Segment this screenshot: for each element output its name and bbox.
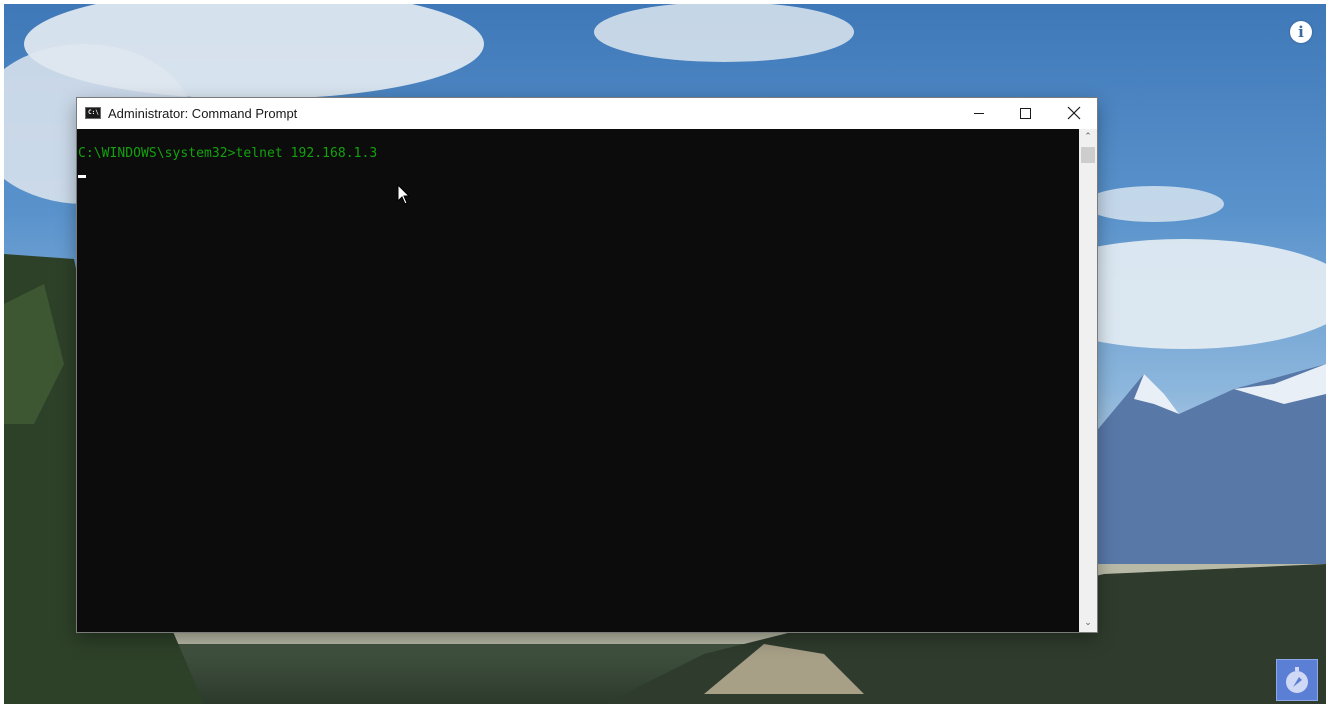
mouse-pointer-icon	[397, 184, 411, 205]
maximize-icon	[1020, 108, 1031, 119]
chevron-down-icon: ⌄	[1084, 618, 1092, 628]
console-prompt-line: C:\WINDOWS\system32>telnet 192.168.1.3	[78, 146, 378, 161]
scroll-thumb[interactable]	[1081, 147, 1095, 163]
cmd-icon: C:\	[85, 107, 101, 119]
chevron-up-icon: ⌃	[1084, 132, 1092, 142]
window-title: Administrator: Command Prompt	[108, 106, 298, 121]
compass-icon	[1286, 667, 1308, 693]
minimize-button[interactable]	[956, 98, 1002, 129]
command-prompt-window[interactable]: C:\ Administrator: Command Prompt C:\WIN…	[77, 98, 1097, 632]
console-output[interactable]: C:\WINDOWS\system32>telnet 192.168.1.3	[77, 129, 1079, 632]
maximize-button[interactable]	[1002, 98, 1048, 129]
close-icon	[1067, 106, 1081, 120]
vertical-scrollbar[interactable]: ⌃ ⌄	[1079, 129, 1097, 632]
scroll-up-button[interactable]: ⌃	[1079, 129, 1097, 146]
close-button[interactable]	[1050, 98, 1096, 129]
text-cursor	[78, 175, 86, 178]
corner-widget-button[interactable]	[1276, 659, 1318, 701]
info-icon: i	[1298, 23, 1304, 41]
info-button[interactable]: i	[1290, 21, 1312, 43]
window-titlebar[interactable]: C:\ Administrator: Command Prompt	[77, 98, 1097, 129]
minimize-icon	[974, 113, 984, 114]
scroll-down-button[interactable]: ⌄	[1079, 615, 1097, 632]
